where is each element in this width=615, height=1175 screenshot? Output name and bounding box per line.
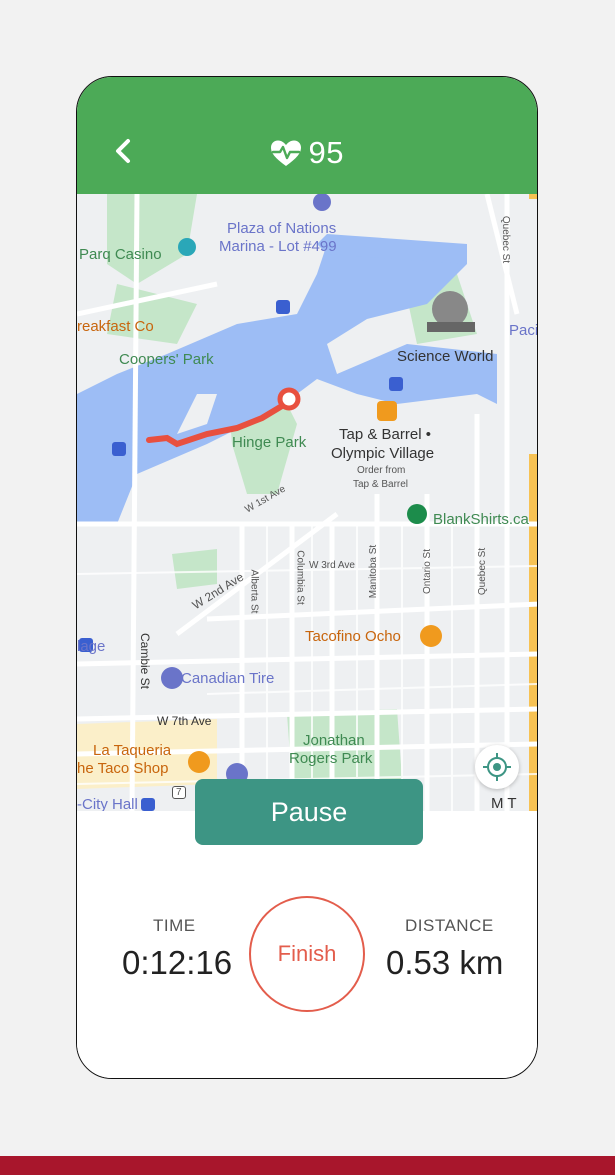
distance-label: DISTANCE: [405, 916, 494, 935]
map-label-taqueria: La Taqueria: [93, 742, 172, 759]
map-label-manitoba: Manitoba St: [368, 544, 380, 599]
stats-panel: TIME 0:12:16 Finish DISTANCE 0.53 km: [77, 811, 537, 1078]
pause-button[interactable]: Pause: [195, 779, 423, 845]
map-canvas: [77, 194, 537, 811]
map-label-order-from: Order from: [357, 465, 406, 476]
map-label-city-hall: -City Hall: [77, 796, 138, 811]
map-label-quebec-top: Quebec St: [500, 215, 512, 264]
heart-rate-display: 95: [77, 135, 537, 171]
map-label-blankshirts: BlankShirts.ca: [433, 511, 529, 528]
map-label-columbia: Columbia St: [294, 550, 306, 605]
map-label-rogers-park: Rogers Park: [289, 750, 373, 767]
map-label-tap-barrel: Tap & Barrel •: [339, 426, 431, 443]
map-label-jonathan: Jonathan: [303, 732, 365, 749]
map-label-marina: Marina - Lot #499: [219, 238, 337, 255]
distance-value: 0.53 km: [386, 944, 504, 981]
map-label-plaza: Plaza of Nations: [227, 220, 337, 237]
map-label-lage: lage: [77, 638, 106, 655]
map-label-route-7: 7: [172, 786, 186, 799]
phone-frame: Plaza of Nations Marina - Lot #499 Parq …: [76, 76, 538, 1079]
map-label-mt: M T: [491, 795, 517, 811]
header-bar: 95: [77, 77, 537, 194]
locate-button[interactable]: [475, 745, 519, 789]
heart-rate-value: 95: [308, 135, 344, 170]
map-label-quebec: Quebec St: [477, 547, 489, 596]
map-label-breakfast: reakfast Co: [77, 318, 154, 335]
heart-pulse-icon: [271, 140, 302, 166]
finish-label: Finish: [277, 941, 337, 966]
map-label-cambie: Cambie St: [138, 632, 153, 690]
map-label-alberta: Alberta St: [248, 569, 260, 614]
map-label-ontario: Ontario St: [422, 548, 434, 595]
map-label-science-world: Science World: [397, 348, 494, 365]
map-label-canadian-tire: Canadian Tire: [181, 670, 275, 687]
time-value: 0:12:16: [122, 944, 233, 981]
map-label-tap-barrel-2: Tap & Barrel: [353, 479, 409, 490]
finish-button[interactable]: Finish: [249, 896, 365, 1012]
time-label: TIME: [153, 916, 196, 935]
map-label-w3rd: W 3rd Ave: [309, 560, 355, 571]
map-label-tacofino: Tacofino Ocho: [305, 628, 401, 645]
map-label-paci: Paci: [509, 322, 537, 339]
map-label-parq: Parq Casino: [79, 246, 162, 263]
bottom-accent-bar: [0, 1156, 615, 1175]
map-label-olympic-village: Olympic Village: [331, 445, 435, 462]
map-label-hinge-park: Hinge Park: [232, 434, 307, 451]
map-label-w7th: W 7th Ave: [157, 714, 212, 728]
crosshair-icon: [483, 753, 511, 781]
map-label-taco-shop: he Taco Shop: [77, 760, 169, 777]
map-label-coopers: Coopers' Park: [119, 351, 214, 368]
map-view[interactable]: Plaza of Nations Marina - Lot #499 Parq …: [77, 194, 537, 811]
